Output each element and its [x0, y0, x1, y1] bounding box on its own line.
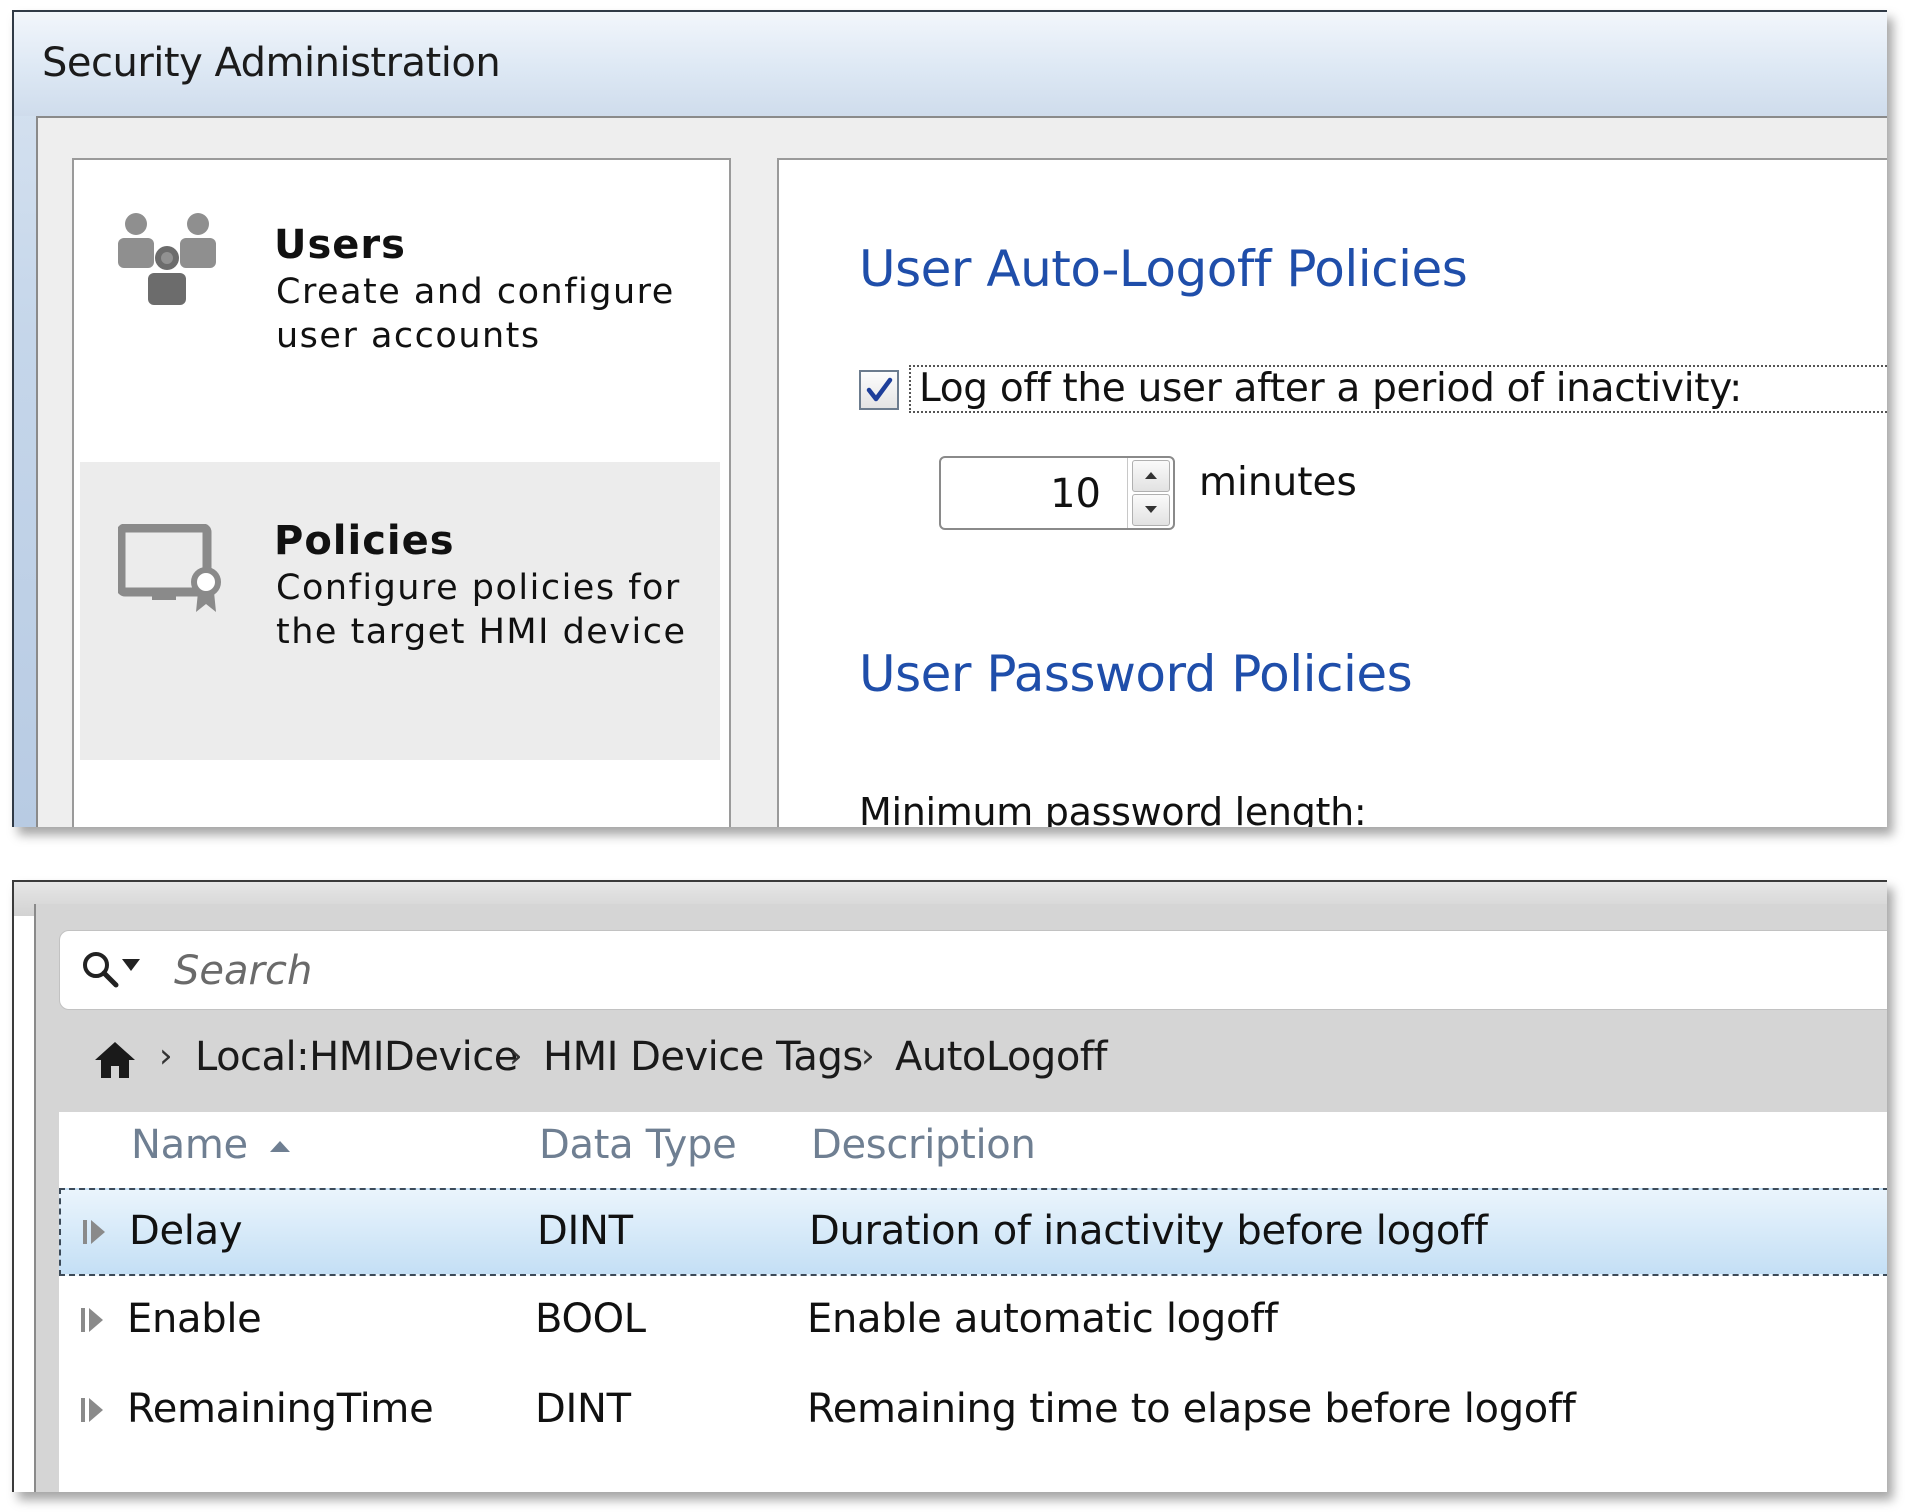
timeout-unit-label: minutes [1199, 460, 1357, 505]
expand-arrow-icon[interactable] [83, 1218, 107, 1250]
breadcrumb: › Local:HMIDevice › HMI Device Tags › Au… [59, 1014, 1887, 1104]
column-header-label: Name [131, 1122, 248, 1168]
security-administration-window: Security Administration Users Create and… [12, 10, 1887, 827]
tag-data-type: DINT [537, 1208, 633, 1254]
search-input[interactable] [172, 945, 1776, 997]
table-row[interactable]: Enable BOOL Enable automatic logoff [59, 1278, 1887, 1366]
nav-item-users[interactable]: Users Create and configure user accounts [74, 160, 729, 396]
password-policies-heading: User Password Policies [859, 645, 1413, 703]
search-icon[interactable] [80, 949, 160, 997]
users-icon [114, 210, 224, 324]
home-icon[interactable] [93, 1040, 137, 1084]
breadcrumb-separator-icon: › [861, 1036, 875, 1076]
tag-table: Name Data Type Description Delay DINT Du… [59, 1112, 1887, 1492]
tag-browser-window: › Local:HMIDevice › HMI Device Tags › Au… [12, 880, 1887, 1492]
checkmark-icon [866, 377, 893, 402]
logoff-timeout-spinner[interactable]: 10 [939, 456, 1175, 530]
policies-content: User Auto-Logoff Policies Log off the us… [777, 158, 1887, 827]
nav-item-title: Users [274, 222, 406, 268]
breadcrumb-separator-icon: › [509, 1036, 523, 1076]
table-header: Name Data Type Description [59, 1112, 1887, 1184]
nav-item-title: Policies [274, 518, 455, 564]
window-title: Security Administration [42, 40, 501, 86]
auto-logoff-heading: User Auto-Logoff Policies [859, 240, 1468, 298]
table-row[interactable]: RemainingTime DINT Remaining time to ela… [59, 1368, 1887, 1456]
breadcrumb-item[interactable]: Local:HMIDevice [195, 1034, 518, 1080]
table-row[interactable]: Delay DINT Duration of inactivity before… [59, 1188, 1887, 1276]
nav-item-description: Configure policies for the target HMI de… [276, 568, 687, 652]
nav-panel: Users Create and configure user accounts… [72, 158, 731, 827]
min-password-length-label: Minimum password length: [859, 790, 1367, 827]
tag-data-type: DINT [535, 1386, 631, 1432]
expand-arrow-icon[interactable] [81, 1306, 105, 1338]
expand-arrow-icon[interactable] [81, 1396, 105, 1428]
spinner-buttons [1127, 458, 1174, 528]
nav-item-policies[interactable]: Policies Configure policies for the targ… [80, 462, 720, 760]
title-bar: Security Administration [14, 12, 1887, 116]
column-header-data-type[interactable]: Data Type [539, 1122, 737, 1168]
tag-description: Remaining time to elapse before logoff [807, 1386, 1576, 1432]
tag-description: Enable automatic logoff [807, 1296, 1278, 1342]
sort-ascending-icon [269, 1141, 290, 1152]
nav-item-description: Create and configure user accounts [276, 272, 675, 356]
tag-name: Enable [127, 1296, 262, 1342]
policies-icon [116, 523, 228, 628]
column-header-description[interactable]: Description [811, 1122, 1036, 1168]
logoff-timeout-value[interactable]: 10 [941, 458, 1101, 528]
breadcrumb-separator-icon: › [159, 1036, 173, 1076]
tag-name: Delay [129, 1208, 243, 1254]
tag-description: Duration of inactivity before logoff [809, 1208, 1488, 1254]
auto-logoff-checkbox[interactable] [859, 370, 899, 410]
column-header-name[interactable]: Name [131, 1122, 290, 1168]
spinner-down-button[interactable] [1132, 494, 1170, 526]
breadcrumb-item[interactable]: AutoLogoff [895, 1034, 1107, 1080]
auto-logoff-checkbox-label[interactable]: Log off the user after a period of inact… [909, 365, 1887, 413]
tag-data-type: BOOL [535, 1296, 646, 1342]
tag-name: RemainingTime [127, 1386, 434, 1432]
search-box[interactable] [59, 930, 1887, 1010]
nav-item-partial [112, 820, 372, 827]
breadcrumb-item[interactable]: HMI Device Tags [543, 1034, 863, 1080]
spinner-up-button[interactable] [1132, 460, 1170, 492]
